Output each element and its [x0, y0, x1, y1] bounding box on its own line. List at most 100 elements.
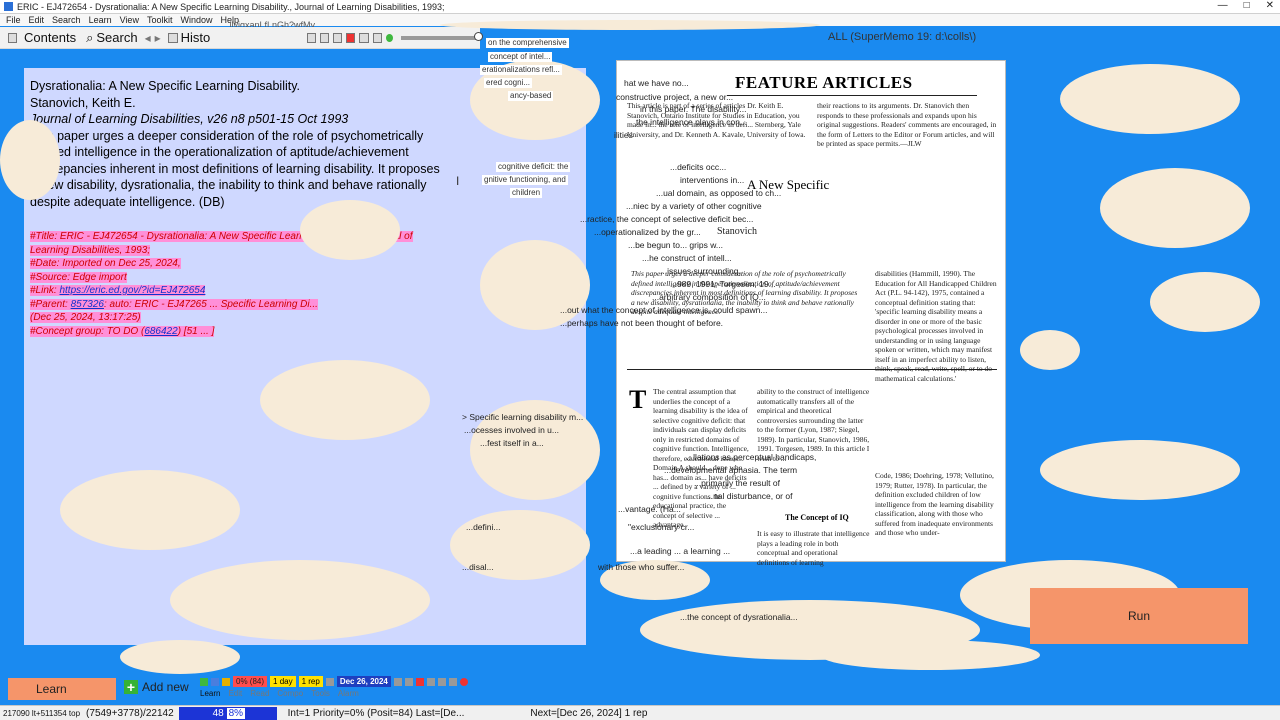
tab-read[interactable]: Read	[250, 689, 269, 698]
toolbar-icon[interactable]	[448, 677, 457, 686]
search-button[interactable]: ⌕ Search	[83, 30, 140, 46]
overlay-snippet: erationalizations refl...	[480, 65, 562, 75]
scan-section-text: It is easy to illustrate that intelligen…	[757, 529, 870, 567]
progress-pct: 8%	[226, 707, 246, 719]
folder-icon[interactable]	[8, 32, 18, 43]
ref-parent-id[interactable]: 857326	[71, 299, 104, 310]
search-label: Search	[96, 30, 138, 45]
overlay-snippet: ...perhaps have not been thought of befo…	[560, 318, 724, 328]
zoom-slider[interactable]	[400, 31, 483, 41]
overlay-snippet: interventions in...	[680, 175, 745, 185]
ref-link-url[interactable]: https://eric.ed.gov/?id=EJ472654	[59, 285, 205, 296]
status-interval-info: Int=1 Priority=0% (Posit=84) Last=[De...	[287, 707, 465, 719]
overlay-snippet: ...vantage. (Ha...	[618, 504, 681, 514]
overlay-snippet: concept of intel...	[488, 52, 553, 62]
ref-source: #Source: Edge import	[30, 271, 127, 283]
scan-column-3b: Code, 1986; Doehring, 1978; Vellutino, 1…	[875, 471, 994, 537]
overlay-snippet: on the comprehensive	[486, 38, 569, 48]
cloud	[260, 360, 430, 440]
overlay-snippet: ...operationalized by the gr...	[594, 227, 701, 237]
toolbar-icon[interactable]	[415, 677, 424, 686]
image-icon[interactable]	[333, 32, 343, 43]
menu-edit[interactable]: Edit	[29, 15, 45, 25]
toolbar-icon[interactable]	[426, 677, 435, 686]
calendar-icon[interactable]	[325, 677, 334, 686]
overlay-snippet: hat we have no...	[624, 78, 689, 88]
overlay-snippet: ...llations as perceptual handicaps,	[686, 452, 817, 462]
run-button[interactable]: Run	[1030, 588, 1248, 644]
window-controls: — □ ✕	[1218, 0, 1274, 11]
supermemo-app-icon	[4, 2, 13, 11]
menu-view[interactable]: View	[120, 15, 139, 25]
ref-concept-id[interactable]: 686422	[144, 326, 177, 337]
zoom-icon[interactable]	[307, 32, 317, 43]
cloud	[1100, 168, 1250, 248]
overlay-snippet: with those who suffer...	[598, 562, 685, 572]
menu-learn[interactable]: Learn	[89, 15, 112, 25]
overlay-snippet: ancy-based	[508, 91, 554, 101]
forward-arrow-icon[interactable]: ▸	[155, 31, 161, 45]
menu-toolkit[interactable]: Toolkit	[147, 15, 173, 25]
contents-button[interactable]: Contents	[21, 30, 79, 45]
reps-badge: 1 rep	[298, 676, 323, 687]
overlay-snippet: ...deficits occ...	[670, 162, 727, 172]
plus-icon: +	[124, 680, 138, 694]
menu-search[interactable]: Search	[52, 15, 81, 25]
overlay-snippet: children	[510, 188, 543, 198]
toolbar-icon[interactable]	[393, 677, 402, 686]
overlay-snippet: > Specific learning disability m...	[462, 412, 584, 422]
toolbar-icon[interactable]	[459, 677, 468, 686]
overlay-snippet: ...he construct of intell...	[642, 253, 732, 263]
tab-tools[interactable]: Tools	[311, 689, 330, 698]
back-arrow-icon[interactable]: ◂	[145, 31, 151, 45]
cloud	[820, 640, 1040, 670]
status-next: Next=[Dec 26, 2024] 1 rep	[530, 707, 648, 719]
collection-label: ALL (SuperMemo 19: d:\colls\)	[828, 31, 977, 43]
main-toolbar: Contents ⌕ Search ◂ ▸ Histo	[0, 27, 483, 49]
window-title: ERIC - EJ472654 - Dysrationalia: A New S…	[17, 1, 445, 12]
cloud	[170, 560, 430, 640]
menu-file[interactable]: File	[6, 15, 21, 25]
menu-window[interactable]: Window	[180, 15, 212, 25]
tab-edit[interactable]: Edit	[228, 689, 242, 698]
text-cursor-icon: I	[456, 174, 460, 188]
add-new-button[interactable]: + Add new	[124, 680, 189, 694]
minimize-button[interactable]: —	[1218, 0, 1228, 11]
overlay-snippet: ...ual domain, as opposed to ch...	[656, 188, 782, 198]
stats-icon[interactable]	[200, 677, 208, 686]
tab-learn[interactable]: Learn	[200, 689, 220, 698]
progress-value: 48	[212, 707, 224, 719]
article-title: Dysrationalia: A New Specific Learning D…	[30, 79, 301, 93]
history-button[interactable]: Histo	[165, 30, 214, 45]
toolbar-icon[interactable]	[404, 677, 413, 686]
stop-icon[interactable]	[346, 32, 356, 43]
copy-icon[interactable]	[359, 32, 369, 43]
overlay-snippet: ...fest itself in a...	[480, 438, 544, 448]
stats-icon[interactable]	[211, 677, 219, 686]
overlay-snippet: ...developmental aphasia. The term	[664, 465, 798, 475]
article-journal: Journal of Learning Disabilities, v26 n8…	[30, 112, 349, 126]
learn-button[interactable]: Learn	[8, 678, 116, 700]
tab-compo[interactable]: Compo	[277, 689, 303, 698]
slider-knob[interactable]	[473, 31, 483, 41]
close-button[interactable]: ✕	[1266, 0, 1274, 11]
overlay-snippet: in this paper. The disability...	[640, 104, 747, 114]
toolbar-icon[interactable]	[437, 677, 446, 686]
stats-row: 0% (84) 1 day 1 rep Dec 26, 2024	[200, 676, 468, 687]
history-icon	[167, 32, 178, 43]
paste-icon[interactable]	[372, 32, 382, 43]
edit-icon[interactable]	[320, 32, 330, 43]
tab-alarm[interactable]: Alarm	[338, 689, 359, 698]
overlay-snippet: ilities	[614, 130, 633, 140]
maximize-button[interactable]: □	[1244, 0, 1250, 11]
scan-column-3: disabilities (Hammill, 1990). The Educat…	[875, 269, 997, 383]
overlay-snippet: ...issues surrounding...	[660, 266, 746, 276]
overlay-snippet: ...ractice, the concept of selective def…	[580, 214, 754, 224]
article-text[interactable]: Dysrationalia: A New Specific Learning D…	[30, 78, 450, 210]
ref-link: #Link: https://eric.ed.gov/?id=EJ472654	[30, 285, 206, 296]
stats-icon[interactable]	[222, 677, 230, 686]
overlay-snippet: ...primarily the result of	[694, 478, 780, 488]
overlay-snippet: ...be begun to... grips w...	[628, 240, 723, 250]
overlay-snippet: ...nal disturbance, or of	[706, 491, 793, 501]
binoculars-icon: ⌕	[86, 29, 94, 45]
